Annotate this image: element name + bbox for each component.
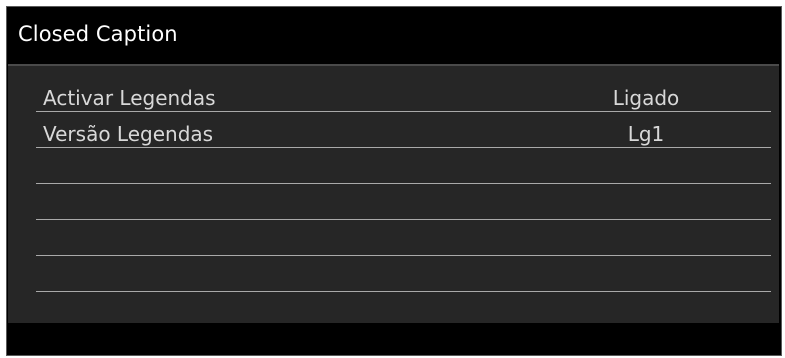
menu-item-versao-legendas[interactable]: Versão Legendas Lg1 xyxy=(36,112,771,148)
menu-item-activar-legendas[interactable]: Activar Legendas Ligado xyxy=(36,76,771,112)
menu-item-value: Ligado xyxy=(612,86,680,110)
menu-item-empty-2 xyxy=(36,184,771,220)
menu-item-empty-4 xyxy=(36,256,771,292)
closed-caption-menu: Closed Caption Activar Legendas Ligado V… xyxy=(6,6,782,356)
menu-item-empty-1 xyxy=(36,148,771,184)
menu-title: Closed Caption xyxy=(18,22,178,46)
menu-item-label: Activar Legendas xyxy=(43,86,216,110)
menu-item-value: Lg1 xyxy=(627,122,665,146)
menu-item-label: Versão Legendas xyxy=(43,122,214,146)
menu-footer xyxy=(8,324,780,355)
menu-header: Closed Caption xyxy=(8,8,780,60)
menu-item-empty-3 xyxy=(36,220,771,256)
menu-body: Activar Legendas Ligado Versão Legendas … xyxy=(8,64,779,323)
